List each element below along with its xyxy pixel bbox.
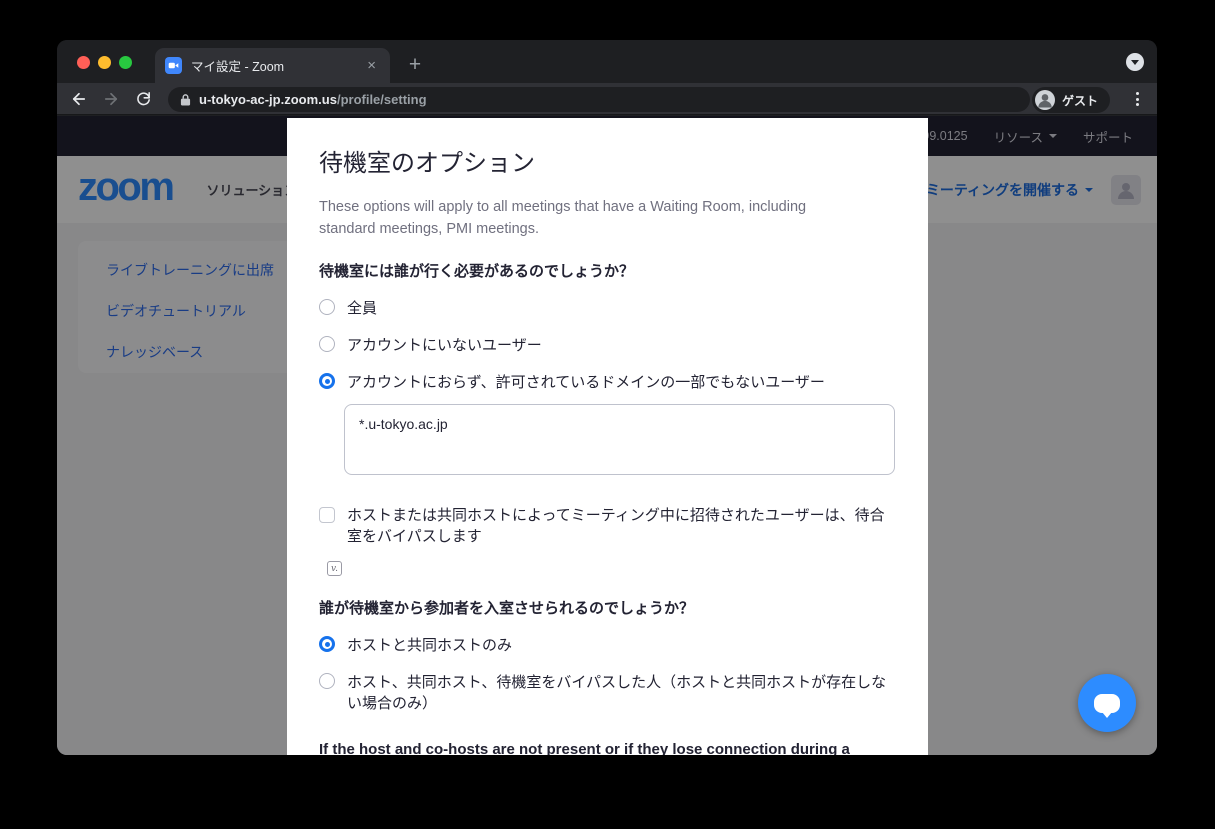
radio-option-everyone[interactable]: 全員 <box>319 298 896 319</box>
waiting-room-options-dialog: 待機室のオプション These options will apply to al… <box>287 118 928 755</box>
radio-option-host-cohosts-bypassed[interactable]: ホスト、共同ホスト、待機室をバイパスした人（ホストと共同ホストが存在しない場合の… <box>319 672 896 714</box>
allowed-domains-input[interactable]: *.u-tokyo.ac.jp <box>344 404 895 475</box>
guest-label: ゲスト <box>1062 92 1098 109</box>
browser-toolbar: u-tokyo-ac-jp.zoom.us/profile/setting ゲス… <box>57 83 1157 115</box>
radio-option-host-cohosts-only[interactable]: ホストと共同ホストのみ <box>319 635 896 656</box>
browser-menu-button[interactable] <box>1131 89 1143 109</box>
reload-button[interactable] <box>132 88 154 110</box>
checkbox-bypass-invited-users[interactable]: ホストまたは共同ホストによってミーティング中に招待されたユーザーは、待合室をバイ… <box>319 505 896 547</box>
tab-close-icon[interactable]: × <box>363 56 380 75</box>
checkbox-icon[interactable] <box>319 507 335 523</box>
fullscreen-window-button[interactable] <box>119 56 132 69</box>
chat-widget-button[interactable] <box>1078 674 1136 732</box>
tab-search-button[interactable] <box>1126 53 1144 71</box>
url-path: /profile/setting <box>337 92 427 107</box>
radio-option-users-not-in-account-or-domains[interactable]: アカウントにおらず、許可されているドメインの一部でもないユーザー <box>319 372 896 393</box>
tab-title: マイ設定 - Zoom <box>191 56 363 75</box>
close-window-button[interactable] <box>77 56 90 69</box>
radio-icon[interactable] <box>319 673 335 689</box>
new-tab-button[interactable]: + <box>402 53 428 79</box>
question-host-not-present: If the host and co-hosts are not present… <box>319 740 896 755</box>
chat-bubble-icon <box>1094 694 1120 713</box>
lock-icon <box>180 93 191 106</box>
dialog-title: 待機室のオプション <box>319 148 896 180</box>
desktop-background: マイ設定 - Zoom × + u-tokyo-ac-jp.zoom.us/pr… <box>0 0 1215 829</box>
broken-image-icon: v. <box>327 561 342 576</box>
question-who-goes-to-waiting-room: 待機室には誰が行く必要があるのでしょうか？ <box>319 262 896 282</box>
minimize-window-button[interactable] <box>98 56 111 69</box>
profile-avatar-icon <box>1035 90 1055 110</box>
browser-tab[interactable]: マイ設定 - Zoom × <box>155 48 390 83</box>
browser-profile-button[interactable]: ゲスト <box>1032 87 1110 113</box>
radio-icon-selected[interactable] <box>319 373 335 389</box>
radio-icon-selected[interactable] <box>319 636 335 652</box>
zoom-favicon-icon <box>165 57 182 74</box>
browser-window: マイ設定 - Zoom × + u-tokyo-ac-jp.zoom.us/pr… <box>57 40 1157 755</box>
url-host: u-tokyo-ac-jp.zoom.us <box>199 92 337 107</box>
chevron-down-icon <box>1131 60 1139 65</box>
radio-icon[interactable] <box>319 299 335 315</box>
forward-button[interactable] <box>100 88 122 110</box>
radio-option-users-not-in-account[interactable]: アカウントにいないユーザー <box>319 335 896 356</box>
browser-tabstrip: マイ設定 - Zoom × + <box>57 40 1157 83</box>
url-bar[interactable]: u-tokyo-ac-jp.zoom.us/profile/setting <box>168 87 1030 112</box>
radio-icon[interactable] <box>319 336 335 352</box>
macos-traffic-lights <box>77 56 132 69</box>
dialog-description: These options will apply to all meetings… <box>319 196 864 240</box>
question-who-admits-participants: 誰が待機室から参加者を入室させられるのでしょうか？ <box>319 599 896 619</box>
back-button[interactable] <box>68 88 90 110</box>
